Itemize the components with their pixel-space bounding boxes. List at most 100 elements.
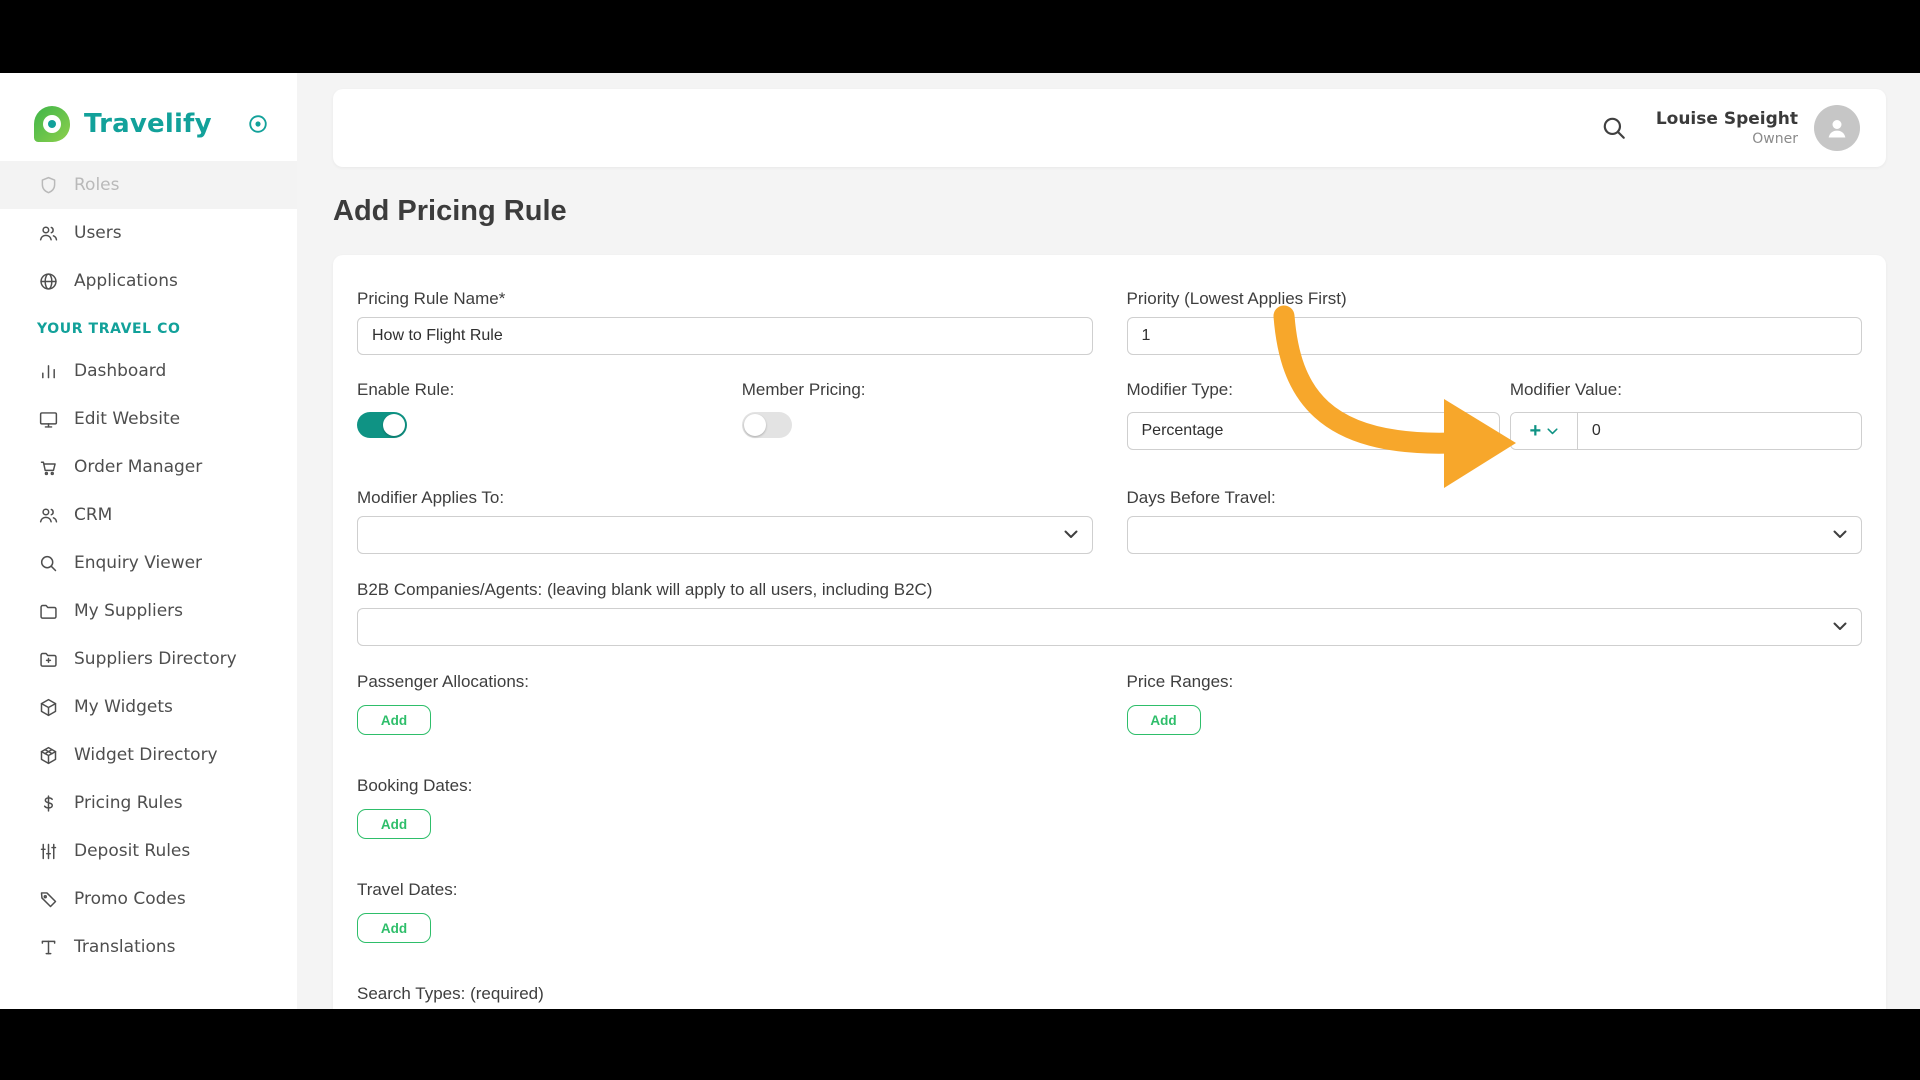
sidebar-item-label: Widget Directory (74, 745, 218, 765)
sidebar-item-applications[interactable]: Applications (0, 257, 297, 305)
people-icon (37, 504, 59, 526)
sidebar-item-label: Edit Website (74, 409, 180, 429)
cart-icon (37, 456, 59, 478)
modifier-applies-to-label: Modifier Applies To: (357, 488, 1093, 508)
sidebar-item-my-widgets[interactable]: My Widgets (0, 683, 297, 731)
priority-label: Priority (Lowest Applies First) (1127, 289, 1863, 309)
pricing-rule-name-label: Pricing Rule Name* (357, 289, 1093, 309)
app-window: Travelify Roles Users (0, 73, 1920, 1009)
text-icon (37, 936, 59, 958)
sidebar-item-label: My Widgets (74, 697, 173, 717)
sidebar-item-crm[interactable]: CRM (0, 491, 297, 539)
sliders-icon (37, 840, 59, 862)
sidebar-item-users[interactable]: Users (0, 209, 297, 257)
page-title: Add Pricing Rule (333, 193, 1886, 229)
travel-dates-label: Travel Dates: (357, 880, 1862, 900)
sidebar-item-label: My Suppliers (74, 601, 183, 621)
sidebar-item-widget-directory[interactable]: Widget Directory (0, 731, 297, 779)
enable-rule-label: Enable Rule: (357, 380, 708, 400)
chevron-down-icon (1547, 422, 1558, 440)
target-icon[interactable] (247, 113, 269, 135)
user-name: Louise Speight (1656, 109, 1798, 130)
modifier-value-label: Modifier Value: (1510, 380, 1862, 400)
pricing-rule-form: Pricing Rule Name* How to Flight Rule Pr… (333, 255, 1886, 1009)
sidebar-item-roles[interactable]: Roles (0, 161, 297, 209)
travel-dates-add-button[interactable]: Add (357, 913, 431, 943)
folder-plus-icon (37, 648, 59, 670)
chevron-down-icon (1833, 618, 1847, 636)
sidebar-section-label: YOUR TRAVEL CO (37, 321, 297, 341)
pricing-rule-name-input[interactable]: How to Flight Rule (357, 317, 1093, 355)
sidebar-item-label: Promo Codes (74, 889, 186, 909)
modifier-value-input[interactable]: 0 (1578, 413, 1861, 449)
sidebar-item-my-suppliers[interactable]: My Suppliers (0, 587, 297, 635)
sidebar-item-label: Suppliers Directory (74, 649, 237, 669)
days-before-travel-select[interactable] (1127, 516, 1863, 554)
sidebar-item-promo-codes[interactable]: Promo Codes (0, 875, 297, 923)
plus-icon: + (1529, 421, 1541, 441)
sidebar-item-edit-website[interactable]: Edit Website (0, 395, 297, 443)
sidebar: Travelify Roles Users (0, 73, 297, 1009)
sidebar-item-suppliers-directory[interactable]: Suppliers Directory (0, 635, 297, 683)
tag-icon (37, 888, 59, 910)
chevron-down-icon (1064, 526, 1078, 544)
booking-dates-add-button[interactable]: Add (357, 809, 431, 839)
sidebar-item-label: Translations (74, 937, 176, 957)
sidebar-item-pricing-rules[interactable]: Pricing Rules (0, 779, 297, 827)
shield-icon (37, 174, 59, 196)
sidebar-item-translations[interactable]: Translations (0, 923, 297, 971)
priority-input[interactable]: 1 (1127, 317, 1863, 355)
modifier-type-select[interactable]: Percentage (1127, 412, 1500, 450)
member-pricing-label: Member Pricing: (742, 380, 1093, 400)
modifier-type-label: Modifier Type: (1127, 380, 1500, 400)
sidebar-item-label: Applications (74, 271, 178, 291)
sidebar-item-order-manager[interactable]: Order Manager (0, 443, 297, 491)
passenger-allocations-add-button[interactable]: Add (357, 705, 431, 735)
sidebar-item-label: Users (74, 223, 122, 243)
screen: Travelify Roles Users (0, 0, 1920, 1080)
cube-icon (37, 744, 59, 766)
price-ranges-label: Price Ranges: (1127, 672, 1863, 692)
search-icon (37, 552, 59, 574)
monitor-icon (37, 408, 59, 430)
sidebar-item-label: Dashboard (74, 361, 166, 381)
sidebar-item-label: Pricing Rules (74, 793, 183, 813)
modifier-value-group: + 0 (1510, 412, 1862, 450)
globe-icon (37, 270, 59, 292)
user-info[interactable]: Louise Speight Owner (1656, 109, 1798, 148)
search-icon[interactable] (1600, 114, 1628, 142)
user-role: Owner (1656, 130, 1798, 148)
avatar[interactable] (1814, 105, 1860, 151)
member-pricing-toggle[interactable] (742, 412, 792, 438)
days-before-travel-label: Days Before Travel: (1127, 488, 1863, 508)
enable-rule-toggle[interactable] (357, 412, 407, 438)
search-types-label: Search Types: (required) (357, 984, 1862, 1004)
sidebar-item-label: Order Manager (74, 457, 202, 477)
travelify-logo-icon (34, 106, 70, 142)
b2b-companies-label: B2B Companies/Agents: (leaving blank wil… (357, 580, 1862, 600)
booking-dates-label: Booking Dates: (357, 776, 1862, 796)
users-icon (37, 222, 59, 244)
sidebar-item-dashboard[interactable]: Dashboard (0, 347, 297, 395)
sidebar-item-label: Deposit Rules (74, 841, 190, 861)
sidebar-item-enquiry-viewer[interactable]: Enquiry Viewer (0, 539, 297, 587)
modifier-sign-button[interactable]: + (1511, 413, 1578, 449)
passenger-allocations-label: Passenger Allocations: (357, 672, 1093, 692)
package-icon (37, 696, 59, 718)
b2b-companies-select[interactable] (357, 608, 1862, 646)
sidebar-nav: Roles Users Applications YOUR TRAVEL CO (0, 161, 297, 971)
sidebar-item-label: CRM (74, 505, 112, 525)
brand-name: Travelify (84, 109, 247, 139)
chevron-down-icon (1833, 526, 1847, 544)
sidebar-item-label: Roles (74, 175, 120, 195)
sidebar-item-label: Enquiry Viewer (74, 553, 202, 573)
sidebar-logo-row: Travelify (0, 73, 297, 149)
price-ranges-add-button[interactable]: Add (1127, 705, 1201, 735)
modifier-applies-to-select[interactable] (357, 516, 1093, 554)
main-content: Louise Speight Owner Add Pricing Rule Pr… (297, 73, 1920, 1009)
sidebar-item-deposit-rules[interactable]: Deposit Rules (0, 827, 297, 875)
topbar: Louise Speight Owner (333, 89, 1886, 167)
folder-icon (37, 600, 59, 622)
dollar-icon (37, 792, 59, 814)
chevron-down-icon (1471, 422, 1485, 440)
